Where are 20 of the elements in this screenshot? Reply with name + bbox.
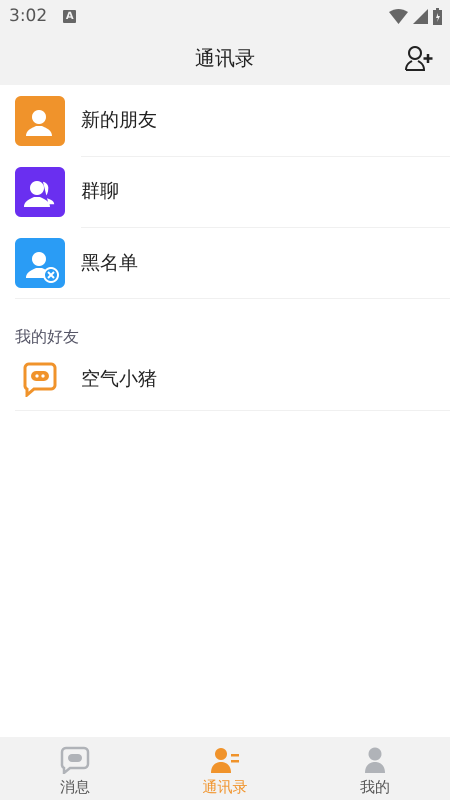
notification-icon: A [63,10,76,22]
contacts-icon [210,746,240,774]
person-cross-icon [15,238,65,288]
group-icon [15,166,65,216]
contact-menu-item[interactable]: 黑名单 [81,250,138,276]
person-icon [15,96,65,146]
status-time: 3:02 [9,6,48,26]
wifi-icon [389,8,408,24]
page-title: 通讯录 [195,45,255,72]
battery-icon [433,8,442,24]
add-contact-button[interactable] [404,44,434,72]
chat-bubble-icon [60,746,90,774]
contact-menu-item[interactable]: 群聊 [81,178,119,204]
contact-menu-item[interactable]: 新的朋友 [81,107,157,133]
nav-tab[interactable]: 消息 [0,737,150,800]
signal-icon [413,8,428,24]
nav-tab[interactable]: 我的 [300,737,450,800]
section-heading: 我的好友 [14,326,80,348]
friend-name[interactable]: 空气小猪 [81,366,157,392]
chat-bubble-icon [22,361,58,397]
